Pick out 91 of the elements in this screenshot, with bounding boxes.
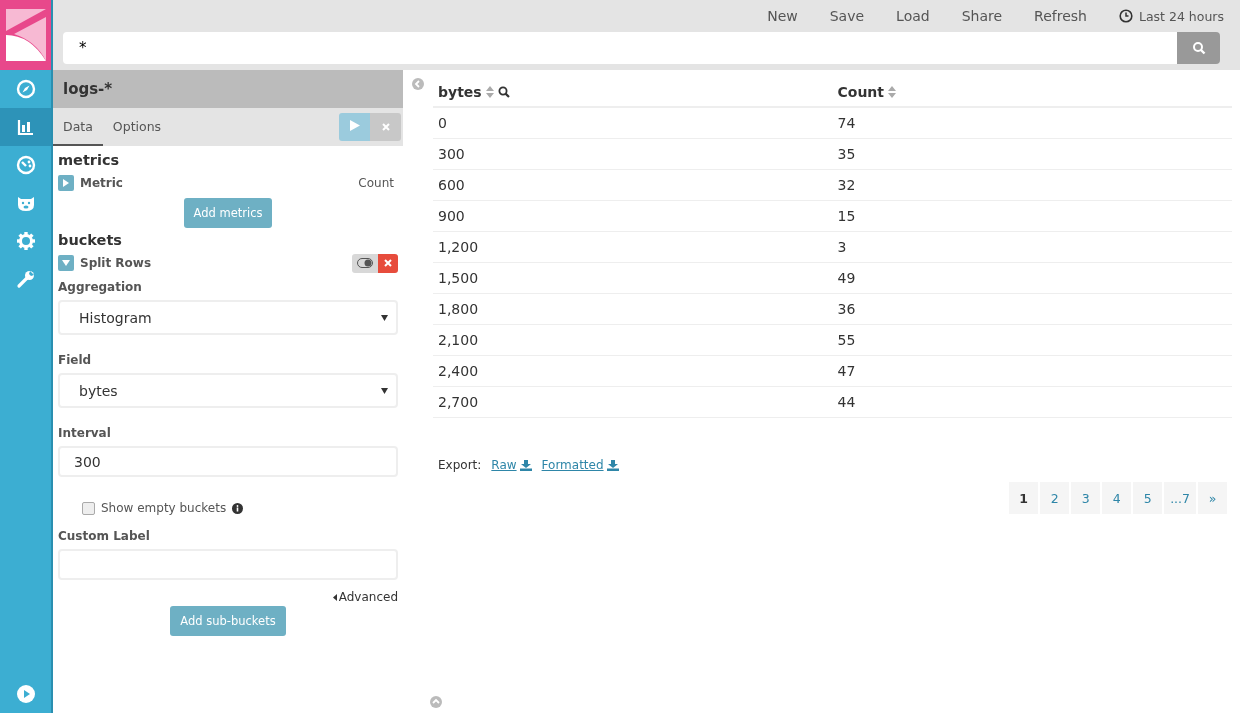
agg-title: Split Rows	[80, 256, 152, 270]
page-button[interactable]: 5	[1133, 482, 1163, 514]
column-header[interactable]: Count	[837, 84, 885, 100]
caret-icon	[332, 593, 337, 601]
select-field[interactable]: bytes	[58, 373, 398, 408]
export-label: Export:	[438, 458, 482, 472]
play-icon	[349, 120, 360, 131]
table-cell: 1,200	[433, 231, 833, 263]
table-cell: 44	[832, 386, 1232, 418]
select-field[interactable]: Histogram	[58, 300, 398, 335]
chart-icon	[15, 117, 36, 137]
field-label: Custom Label	[58, 529, 151, 543]
page-button[interactable]: 4	[1102, 482, 1132, 514]
caret-icon	[381, 314, 388, 321]
time-range[interactable]: Last 24 hours	[1138, 8, 1224, 24]
table-cell: 35	[832, 138, 1232, 170]
field-label: Aggregation	[58, 280, 143, 294]
caret-icon	[381, 387, 388, 394]
sort-icon[interactable]	[485, 86, 494, 98]
table-cell: 0	[433, 107, 833, 139]
wrench-icon	[15, 269, 36, 289]
settings-icon	[15, 231, 36, 251]
table-cell: 15	[832, 200, 1232, 232]
table-cell: 74	[832, 107, 1232, 139]
search-icon[interactable]	[497, 86, 510, 98]
field-label: Interval	[58, 426, 112, 440]
play-icon[interactable]	[15, 684, 36, 704]
gauge-icon	[15, 155, 36, 175]
table-cell: 900	[433, 200, 833, 232]
apply-button[interactable]	[339, 113, 370, 141]
logo-icon	[5, 9, 46, 61]
input-field[interactable]: 300	[58, 446, 398, 477]
table-cell: 2,700	[433, 386, 833, 418]
close-icon	[384, 259, 392, 267]
menu-item[interactable]: Share	[961, 8, 1003, 24]
table-cell: 49	[832, 262, 1232, 294]
remove-button[interactable]	[378, 253, 398, 273]
caret-icon	[63, 179, 69, 187]
download-icon	[519, 459, 532, 471]
close-icon	[381, 123, 390, 131]
clock-icon	[1118, 9, 1133, 23]
menu-item[interactable]: Load	[896, 8, 930, 24]
table-cell: 2,100	[433, 324, 833, 356]
section-title: metrics	[58, 151, 121, 170]
tab[interactable]: Options	[102, 108, 172, 146]
compass-icon	[15, 79, 36, 99]
download-icon	[606, 459, 619, 471]
page-button[interactable]: ...7	[1164, 482, 1196, 514]
menu-item[interactable]: Refresh	[1034, 8, 1087, 24]
search-icon	[1191, 41, 1206, 55]
search-button[interactable]	[1177, 32, 1220, 64]
table-cell: 55	[832, 324, 1232, 356]
section-title: buckets	[58, 231, 123, 250]
export-link[interactable]: Formatted	[541, 458, 619, 472]
checkbox[interactable]	[82, 501, 95, 515]
agg-title: Metric	[80, 176, 123, 190]
sort-icon[interactable]	[888, 86, 897, 98]
export-link[interactable]: Raw	[491, 458, 532, 472]
caret-icon	[62, 260, 70, 266]
table-cell: 47	[832, 355, 1232, 387]
table-cell: 1,500	[433, 262, 833, 294]
table-cell: 600	[433, 169, 833, 201]
table-cell: 32	[832, 169, 1232, 201]
page-button[interactable]: 1	[1009, 482, 1039, 514]
column-header[interactable]: bytes	[438, 84, 482, 100]
page-button[interactable]: 3	[1071, 482, 1101, 514]
search-field[interactable]: *	[63, 32, 1177, 64]
info-icon	[232, 502, 244, 514]
table-cell: 1,800	[433, 293, 833, 325]
agg-value: Count	[358, 176, 394, 190]
toggle-button[interactable]	[352, 253, 378, 273]
page-button[interactable]: »	[1198, 482, 1227, 514]
toggle-icon	[357, 258, 373, 268]
menu-item[interactable]: New	[767, 8, 798, 24]
collapse-icon[interactable]	[412, 78, 424, 90]
page-button[interactable]: 2	[1040, 482, 1070, 514]
tab[interactable]: Data	[53, 108, 103, 146]
field-label: Field	[58, 353, 93, 367]
collapse-icon[interactable]	[430, 696, 442, 708]
advanced-link[interactable]: Advanced	[338, 590, 398, 604]
discard-button[interactable]	[370, 113, 401, 141]
table-cell: 300	[433, 138, 833, 170]
expand-toggle[interactable]	[58, 255, 74, 271]
table-cell: 2,400	[433, 355, 833, 387]
menu-item[interactable]: Save	[829, 8, 865, 24]
checkbox-label[interactable]: Show empty buckets	[101, 501, 227, 515]
nav-item[interactable]	[0, 108, 51, 146]
table-cell: 3	[832, 231, 1232, 263]
table-cell: 36	[832, 293, 1232, 325]
index-pattern-title: logs-*	[53, 70, 403, 108]
expand-toggle[interactable]	[58, 175, 74, 191]
